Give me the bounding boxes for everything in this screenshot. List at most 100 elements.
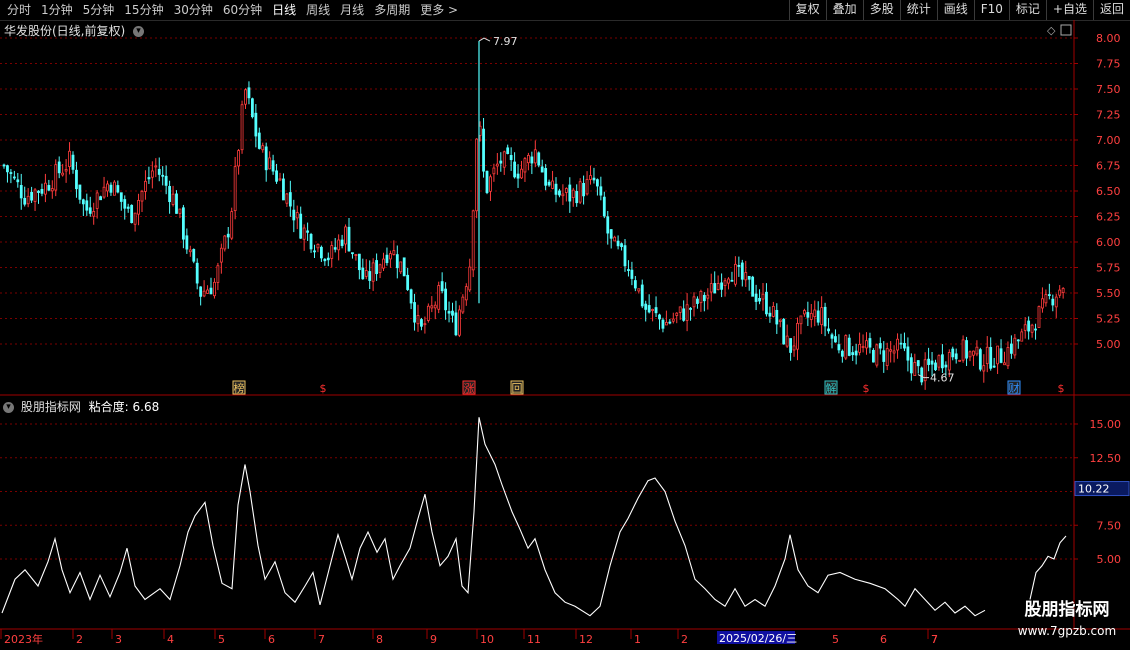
candle-body	[571, 189, 575, 198]
candle-body	[144, 180, 147, 192]
candle-body	[26, 195, 30, 205]
candle-body	[271, 160, 275, 172]
period-tab-9[interactable]: 多周期	[369, 0, 415, 20]
candle-body	[602, 196, 606, 217]
period-tab-3[interactable]: 15分钟	[119, 0, 168, 20]
action-button-7[interactable]: +自选	[1045, 0, 1093, 20]
x-tick-label: 8	[376, 633, 383, 646]
period-tab-10[interactable]: 更多 >	[415, 0, 463, 20]
y-tick-label: 7.75	[1096, 58, 1121, 71]
candle-body	[809, 313, 813, 320]
candle-body	[875, 344, 879, 366]
candle-body	[175, 193, 178, 214]
candle-body	[827, 328, 830, 332]
candle-body	[257, 132, 261, 149]
action-button-5[interactable]: F10	[973, 0, 1009, 20]
stock-chart[interactable]: 8.00 7.75 7.50 7.25 7.00 6.75 6.50 6.25 6.00 5.75…	[0, 20, 1130, 650]
candle-body	[689, 307, 692, 310]
candle-body	[820, 307, 824, 326]
event-marker: 榜	[234, 381, 245, 395]
action-button-8[interactable]: 返回	[1092, 0, 1130, 20]
candle-body	[171, 193, 175, 205]
candle-body	[972, 350, 975, 356]
x-tick-label: 2023年	[4, 632, 43, 646]
action-button-4[interactable]: 画线	[936, 0, 974, 20]
action-buttons: 复权 叠加 多股 统计 画线 F10 标记 +自选 返回	[788, 0, 1130, 20]
candle-body	[285, 193, 289, 204]
period-tab-0[interactable]: 分时	[2, 0, 36, 20]
period-tab-6[interactable]: 日线	[267, 0, 301, 20]
candle-body	[985, 346, 989, 365]
candle-body	[544, 168, 548, 186]
candle-body	[451, 310, 454, 316]
candle-body	[527, 154, 530, 164]
candle-body	[102, 186, 106, 198]
candle-body	[78, 184, 82, 200]
action-button-6[interactable]: 标记	[1008, 0, 1046, 20]
candle-body	[582, 183, 585, 197]
candle-body	[47, 185, 51, 191]
candle-body	[181, 207, 185, 240]
candle-body	[385, 254, 389, 263]
candle-body	[264, 146, 268, 171]
candle-body	[250, 98, 254, 118]
candle-body	[661, 319, 665, 329]
period-tab-2[interactable]: 5分钟	[78, 0, 120, 20]
candle-body	[85, 200, 89, 211]
candle-body	[1051, 298, 1055, 306]
y-tick-label: 6.50	[1096, 185, 1121, 198]
candle-body	[354, 254, 358, 256]
candle-body	[765, 291, 768, 315]
candle-body	[592, 177, 596, 181]
candle-body	[202, 290, 206, 297]
candle-body	[1034, 328, 1037, 331]
candle-body	[278, 178, 282, 181]
indicator-title-bar: ▾ 股朋指标网 粘合度: 6.68	[3, 398, 159, 415]
candle-body	[537, 152, 541, 166]
candle-body	[530, 156, 534, 164]
candle-body	[840, 350, 844, 357]
period-tab-1[interactable]: 1分钟	[36, 0, 78, 20]
candle-body	[761, 293, 765, 300]
candle-body	[323, 258, 327, 262]
candle-body	[106, 183, 109, 192]
candle-body	[71, 154, 75, 170]
candle-body	[420, 319, 423, 327]
candle-body	[140, 190, 144, 202]
chevron-down-icon[interactable]: ▾	[3, 402, 14, 413]
candle-body	[123, 199, 127, 209]
low-price-label: 4.67	[930, 372, 955, 385]
action-button-1[interactable]: 叠加	[825, 0, 863, 20]
period-tab-5[interactable]: 60分钟	[218, 0, 267, 20]
candle-body	[978, 349, 982, 370]
action-button-2[interactable]: 多股	[862, 0, 900, 20]
candle-body	[961, 339, 965, 361]
period-tab-8[interactable]: 月线	[335, 0, 369, 20]
action-button-0[interactable]: 复权	[788, 0, 826, 20]
candle-body	[958, 359, 962, 362]
candle-body	[33, 189, 37, 202]
period-tab-7[interactable]: 周线	[301, 0, 335, 20]
candle-body	[92, 211, 96, 217]
chevron-down-icon[interactable]: ▾	[133, 26, 145, 37]
candle-body	[457, 309, 461, 336]
layout-icon	[1060, 24, 1072, 36]
candle-body	[685, 304, 689, 321]
period-tab-4[interactable]: 30分钟	[169, 0, 218, 20]
candle-body	[364, 270, 368, 277]
candle-body	[95, 192, 99, 209]
action-button-3[interactable]: 统计	[899, 0, 937, 20]
candle-body	[716, 283, 720, 290]
candle-body	[430, 305, 434, 309]
candle-body	[495, 163, 499, 167]
candle-body	[68, 150, 71, 167]
candle-body	[916, 360, 920, 367]
candle-body	[357, 253, 361, 271]
indicator-name: 股朋指标网	[20, 400, 81, 414]
candle-body	[485, 170, 489, 193]
candle-body	[168, 186, 172, 203]
candle-body	[882, 350, 886, 362]
candle-body	[40, 189, 44, 194]
y-tick-label: 7.50	[1096, 83, 1121, 96]
current-value-label: 10.22	[1078, 483, 1110, 496]
